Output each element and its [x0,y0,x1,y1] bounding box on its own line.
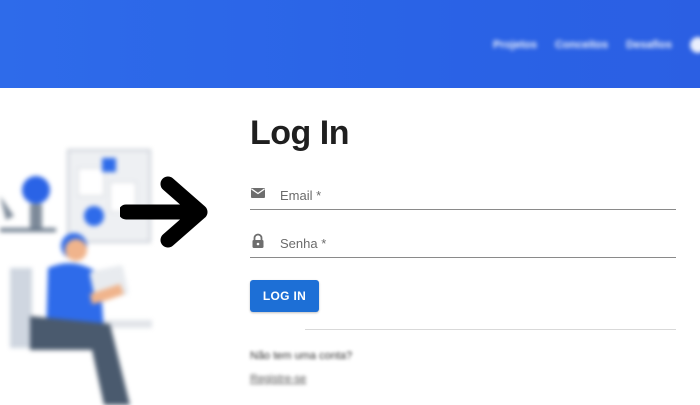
envelope-icon [251,188,265,198]
nav-link-projetos[interactable]: Projetos [493,39,537,51]
main-nav: Projetos Conceitos Desafios [493,37,700,53]
nav-link-desafios[interactable]: Desafios [626,39,672,51]
signup-prompt: Não tem uma conta? [250,350,353,362]
page-title: Log In [250,114,349,152]
nav-link-conceitos[interactable]: Conceitos [555,39,608,51]
password-input[interactable] [278,229,672,257]
password-field [250,229,676,258]
signup-link[interactable]: Registre-se [250,373,306,385]
lock-icon [252,233,264,248]
top-navbar: Projetos Conceitos Desafios [0,0,700,88]
arrow-right-icon [120,176,208,248]
email-field [250,181,676,210]
avatar[interactable] [690,37,700,53]
divider [305,329,676,330]
email-input[interactable] [278,181,672,209]
login-button[interactable]: LOG IN [250,280,319,312]
